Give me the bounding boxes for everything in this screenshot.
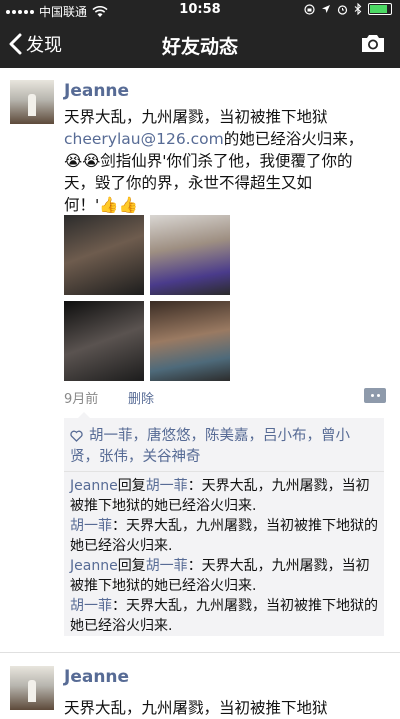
post-text-part1: 天界大乱，九州屠戮，当初被推下地狱 (64, 108, 328, 126)
battery-icon (368, 3, 392, 15)
comment-item[interactable]: 胡一菲：天界大乱，九州屠戮，当初被推下地狱的她已经浴火归来. (70, 516, 378, 556)
avatar[interactable] (10, 666, 54, 710)
comment-box: 胡一菲，唐悠悠，陈美嘉，吕小布，曾小贤，张伟，关谷神奇 Jeanne回复胡一菲：… (64, 412, 384, 636)
comment-author[interactable]: Jeanne (70, 478, 118, 494)
post-text: 天界大乱，九州屠戮，当初被推下地狱 (64, 699, 328, 717)
post-photo-3[interactable] (64, 301, 144, 381)
liker-name[interactable]: 张伟 (99, 449, 128, 465)
status-bar: 中国联通 10:58 (0, 0, 400, 20)
comment-author[interactable]: 胡一菲 (70, 598, 112, 614)
post-photo-2[interactable] (150, 215, 230, 295)
camera-icon (362, 35, 384, 52)
location-icon (322, 5, 330, 13)
post-text-part3: 😭😭剑指仙界'你们杀了他，我便覆了你的天，毁了你的界，永世不得超生又如何！'👍👍 (64, 152, 353, 214)
liker-name[interactable]: 胡一菲 (89, 428, 133, 444)
comment-author[interactable]: Jeanne (70, 558, 118, 574)
comment-reply-to[interactable]: 胡一菲 (146, 558, 188, 574)
camera-button[interactable] (360, 32, 386, 58)
likes-list: 胡一菲，唐悠悠，陈美嘉，吕小布，曾小贤，张伟，关谷神奇 (70, 428, 350, 465)
likes-divider (64, 471, 384, 472)
comment-item[interactable]: 胡一菲：天界大乱，九州屠戮，当初被推下地狱的她已经浴火归来. (70, 596, 378, 636)
comment-item[interactable]: Jeanne回复胡一菲：天界大乱，九州屠戮，当初被推下地狱的她已经浴火归来. (70, 476, 378, 516)
alarm-icon (337, 4, 348, 15)
comment-item[interactable]: Jeanne回复胡一菲：天界大乱，九州屠戮，当初被推下地狱的她已经浴火归来. (70, 556, 378, 596)
liker-name[interactable]: 唐悠悠 (147, 428, 191, 444)
post-author[interactable]: Jeanne (64, 667, 129, 687)
bluetooth-icon (354, 3, 362, 15)
email-link[interactable]: cheerylau@126.com (64, 130, 224, 148)
comment-text: ：天界大乱，九州屠戮，当初被推下地狱的她已经浴火归来. (70, 598, 378, 634)
reply-word: 回复 (117, 478, 146, 494)
nav-bar: 发现 好友动态 (0, 20, 400, 68)
heart-icon (70, 430, 83, 442)
status-right (304, 3, 392, 15)
post-time: 9月前 (64, 392, 99, 407)
post-text-part2: 的她已经浴火归来， (223, 130, 364, 148)
post-author[interactable]: Jeanne (64, 81, 129, 101)
post-text: 天界大乱，九州屠戮，当初被推下地狱 cheerylau@126.com的她已经浴火… (64, 106, 364, 216)
post-photo-1[interactable] (64, 215, 144, 295)
delete-button[interactable]: 删除 (128, 388, 154, 407)
liker-name[interactable]: 吕小布 (263, 428, 307, 444)
post-divider (0, 652, 400, 653)
orientation-lock-icon (304, 3, 315, 15)
more-options-button[interactable] (364, 388, 386, 403)
liker-name[interactable]: 关谷神奇 (143, 449, 201, 465)
page-title: 好友动态 (161, 36, 238, 58)
post-photo-4[interactable] (150, 301, 230, 381)
avatar[interactable] (10, 80, 54, 124)
comment-text: ：天界大乱，九州屠戮，当初被推下地狱的她已经浴火归来. (70, 518, 378, 554)
reply-word: 回复 (117, 558, 146, 574)
comment-author[interactable]: 胡一菲 (70, 518, 112, 534)
photo-grid (64, 215, 234, 381)
comment-reply-to[interactable]: 胡一菲 (146, 478, 188, 494)
liker-name[interactable]: 陈美嘉 (205, 428, 249, 444)
